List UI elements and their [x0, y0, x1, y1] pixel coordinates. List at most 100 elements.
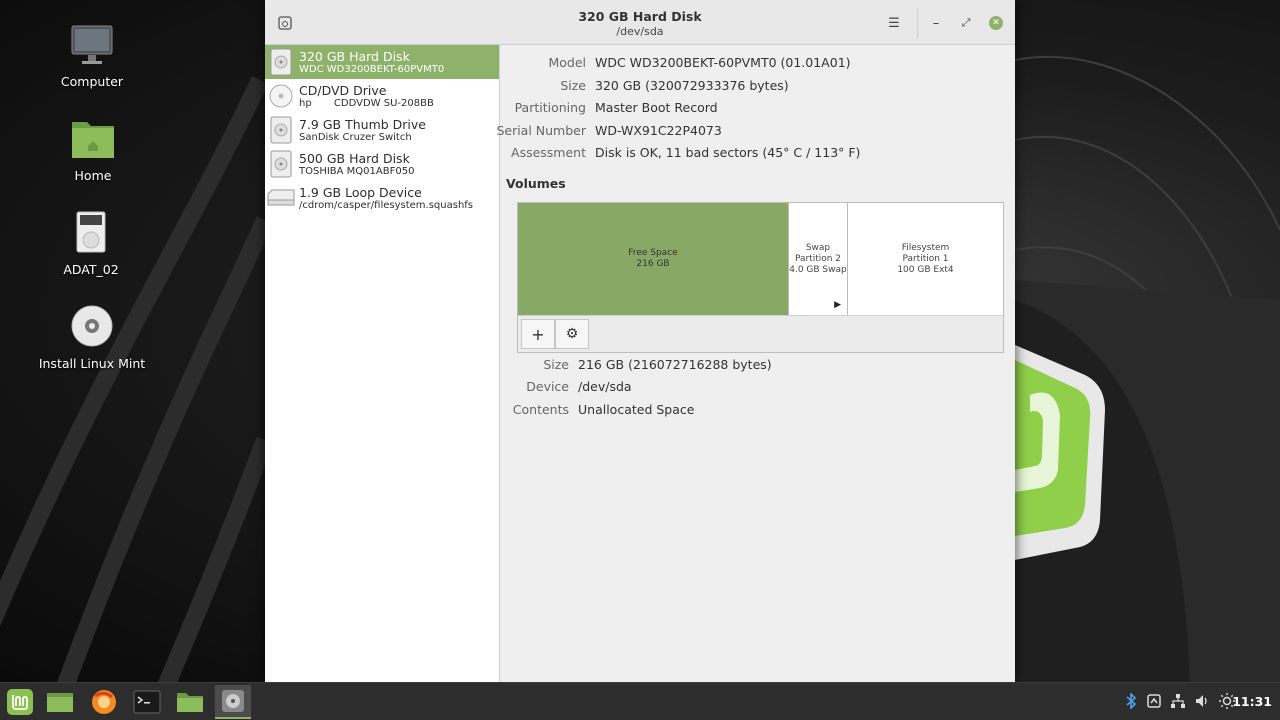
volume-device-label: Device [526, 379, 569, 394]
firefox-icon [92, 690, 116, 714]
volume-swap[interactable]: Swap Partition 2 4.0 GB Swap ▶ [788, 203, 848, 315]
volume-size-label: Size [543, 357, 569, 372]
hard-disk-icon [270, 150, 292, 178]
files-launcher[interactable] [172, 685, 208, 719]
device-name: 7.9 GB Thumb Drive [299, 117, 426, 132]
plus-icon: + [531, 324, 545, 344]
volume-size-row: Size [500, 357, 569, 375]
volume-device-value: /dev/sda [578, 379, 632, 394]
desktop-icon-computer[interactable]: Computer [32, 22, 152, 89]
drive-icon [67, 210, 115, 258]
volumes-heading: Volumes [506, 176, 566, 191]
maximize-icon: ⤢ [961, 16, 971, 29]
partitioning-value: Master Boot Record [595, 100, 718, 115]
desktop-icon-label: Install Linux Mint [38, 356, 146, 371]
partitioning-label: Partitioning [514, 100, 586, 115]
maximize-button[interactable]: ⤢ [955, 12, 977, 34]
expand-arrow-icon[interactable]: ▶ [834, 300, 841, 311]
usb-drive-icon [270, 116, 292, 144]
terminal-icon [133, 690, 161, 714]
desktop-icon [47, 693, 73, 712]
desktop-icon-install[interactable]: Install Linux Mint [32, 304, 152, 371]
device-name: 500 GB Hard Disk [299, 151, 410, 166]
monitor-icon [68, 22, 116, 70]
volume-size: 216 GB [636, 259, 670, 269]
device-list: 320 GB Hard Disk WDC WD3200BEKT-60PVMT0 … [265, 45, 500, 682]
volume-partition: Partition 1 [902, 253, 949, 264]
disks-taskbar-item[interactable] [215, 685, 251, 719]
close-button[interactable]: ✕ [985, 12, 1007, 34]
partition-settings-button[interactable]: ⚙ [555, 319, 589, 349]
volume-contents-row: Contents [500, 402, 569, 420]
disc-icon [68, 304, 116, 352]
volume-free-space[interactable]: Free Space 216 GB [518, 203, 788, 315]
folder-icon [177, 693, 203, 712]
assessment-label: Assessment [511, 145, 586, 160]
device-item-500gb[interactable]: 500 GB Hard Disk TOSHIBA MQ01ABF050 [265, 147, 499, 181]
model-value: WDC WD3200BEKT-60PVMT0 (01.01A01) [595, 55, 851, 70]
volume-filesystem[interactable]: Filesystem Partition 1 100 GB Ext4 [848, 203, 1003, 315]
device-item-320gb[interactable]: 320 GB Hard Disk WDC WD3200BEKT-60PVMT0 [265, 45, 499, 79]
serial-row: Serial Number [496, 123, 586, 141]
menu-button[interactable]: ☰ [883, 12, 905, 34]
device-item-loop[interactable]: 1.9 GB Loop Device /cdrom/casper/filesys… [265, 181, 499, 215]
desktop-icon-home[interactable]: Home [33, 116, 153, 183]
volume-icon[interactable] [1192, 691, 1212, 711]
device-model: SanDisk Cruzer Switch [299, 132, 412, 143]
minimize-button[interactable]: – [925, 12, 947, 34]
volume-name: Filesystem [901, 242, 950, 253]
device-name: 320 GB Hard Disk [299, 49, 410, 64]
taskbar: 11:31 [0, 682, 1280, 720]
desktop-icon-label: Home [74, 168, 112, 183]
add-partition-button[interactable]: + [521, 319, 555, 349]
volume-contents-label: Contents [512, 402, 569, 417]
drive-details: Model WDC WD3200BEKT-60PVMT0 (01.01A01) … [496, 45, 1015, 682]
bluetooth-icon[interactable] [1121, 691, 1141, 711]
volume-size-value: 216 GB (216072716288 bytes) [578, 357, 772, 372]
titlebar-separator [917, 8, 918, 38]
terminal-launcher[interactable] [129, 685, 165, 719]
volume-name: Swap [805, 242, 831, 253]
partitioning-row: Partitioning [500, 100, 586, 118]
device-model: TOSHIBA MQ01ABF050 [299, 166, 415, 177]
desktop-icon-adat[interactable]: ADAT_02 [31, 210, 151, 277]
device-item-cd-dvd[interactable]: CD/DVD Drive hp CDDVDW SU-208BB [265, 79, 499, 113]
size-label: Size [560, 78, 586, 93]
volume-name: Free Space [628, 248, 678, 258]
hamburger-icon: ☰ [888, 15, 900, 31]
volume-device-row: Device [500, 379, 569, 397]
hard-disk-icon [270, 48, 292, 76]
volumes-map: Free Space 216 GB Swap Partition 2 4.0 G… [517, 202, 1004, 353]
mint-logo-icon [7, 689, 33, 715]
volumes-toolbar: + ⚙ [518, 315, 1003, 352]
minimize-icon: – [932, 15, 940, 31]
volume-contents-value: Unallocated Space [578, 402, 695, 417]
update-manager-icon[interactable] [1144, 691, 1164, 711]
firefox-launcher[interactable] [86, 685, 122, 719]
size-value: 320 GB (320072933376 bytes) [595, 78, 789, 93]
loop-device-icon [267, 189, 295, 206]
device-item-thumb-drive[interactable]: 7.9 GB Thumb Drive SanDisk Cruzer Switch [265, 113, 499, 147]
clock[interactable]: 11:31 [1232, 694, 1272, 709]
disks-window: 320 GB Hard Disk /dev/sda ☰ – ⤢ ✕ 320 GB… [265, 0, 1015, 682]
disks-icon [222, 690, 244, 712]
assessment-row: Assessment [500, 145, 586, 163]
device-model: WDC WD3200BEKT-60PVMT0 [299, 64, 445, 75]
device-name: 1.9 GB Loop Device [299, 185, 422, 200]
volume-size: 4.0 GB Swap [789, 264, 847, 275]
titlebar: 320 GB Hard Disk /dev/sda ☰ – ⤢ ✕ [265, 0, 1015, 45]
show-desktop-button[interactable] [42, 685, 78, 719]
close-icon: ✕ [989, 16, 1003, 30]
gears-icon: ⚙ [565, 326, 579, 342]
network-icon[interactable] [1168, 691, 1188, 711]
model-row: Model [500, 55, 586, 73]
model-label: Model [548, 55, 586, 70]
folder-home-icon [69, 116, 117, 164]
menu-launcher-button[interactable] [2, 685, 38, 719]
desktop-icon-label: Computer [60, 74, 124, 89]
volume-size: 100 GB Ext4 [897, 264, 954, 275]
serial-value: WD-WX91C22P4073 [595, 123, 722, 138]
device-name: CD/DVD Drive [299, 83, 387, 98]
device-model: hp CDDVDW SU-208BB [299, 98, 434, 109]
assessment-value: Disk is OK, 11 bad sectors (45° C / 113°… [595, 145, 861, 160]
